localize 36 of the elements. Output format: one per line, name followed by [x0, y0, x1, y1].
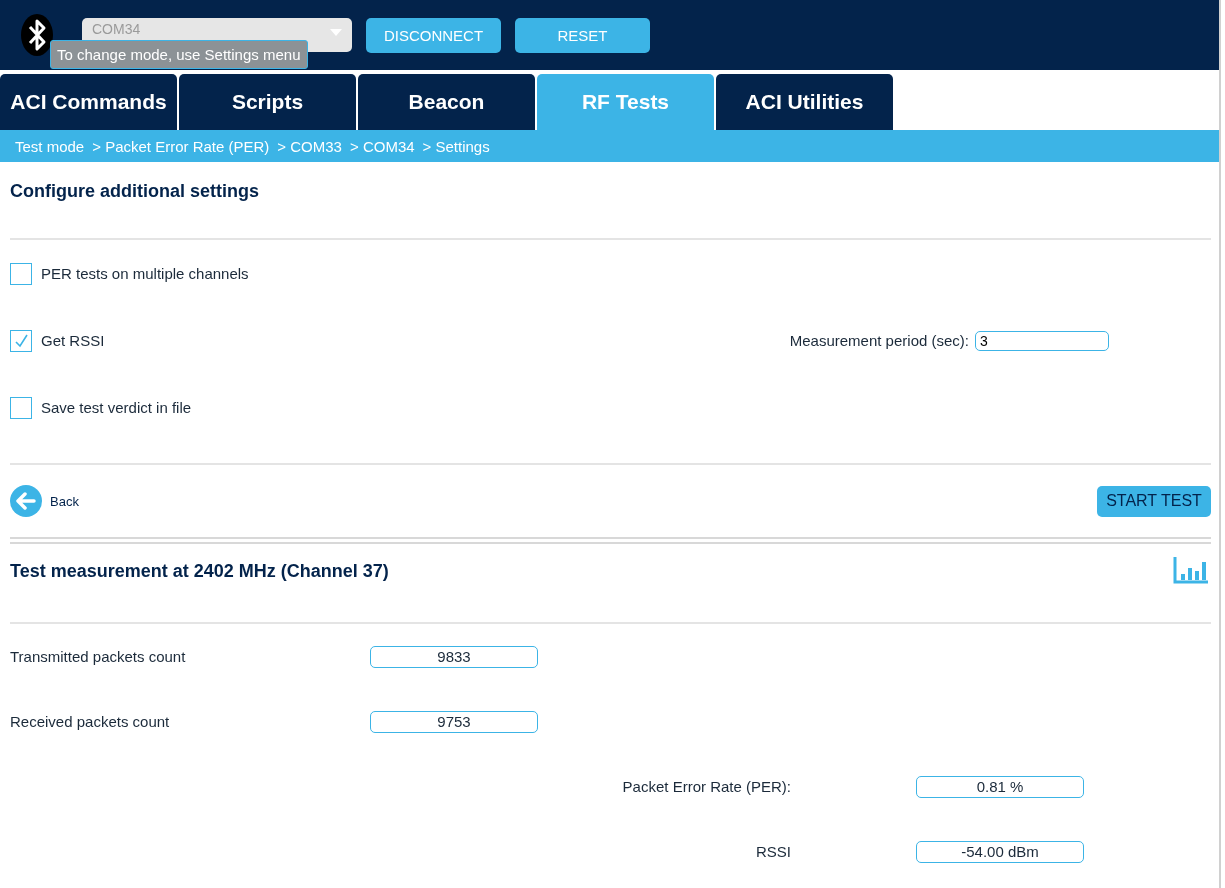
header-button[interactable]: RESET — [515, 17, 650, 53]
breadcrumb-item[interactable]: > Settings — [422, 137, 490, 155]
start-test-button[interactable]: START TEST — [1097, 485, 1211, 517]
breadcrumb-item[interactable]: Test mode — [15, 137, 85, 155]
measurement-period-field[interactable]: 3 — [975, 330, 1109, 351]
tab[interactable]: RF Tests — [537, 74, 714, 130]
value-field: 9753 — [370, 710, 538, 733]
tooltip: To change mode, use Settings menu — [50, 40, 308, 69]
measurement-label: Packet Error Rate (PER): — [621, 778, 791, 795]
checkbox-label: Get RSSI — [41, 332, 105, 349]
tab[interactable]: ACI Utilities — [716, 74, 893, 130]
measurement-label: Received packets count — [10, 713, 171, 730]
value-field: 0.81 % — [916, 775, 1084, 798]
section-title: Test measurement at 2402 MHz (Channel 37) — [10, 560, 389, 583]
bar-chart-icon[interactable] — [1173, 556, 1209, 584]
value-field: 9833 — [370, 645, 538, 668]
breadcrumb-item[interactable]: > Packet Error Rate (PER) — [92, 137, 270, 155]
back-link[interactable]: Back — [50, 493, 79, 509]
checkbox[interactable] — [10, 329, 32, 352]
checkbox-label: Save test verdict in file — [41, 399, 192, 416]
header-button[interactable]: DISCONNECT — [366, 17, 501, 53]
measurement-label: Transmitted packets count — [10, 648, 187, 665]
caret-icon — [330, 29, 342, 37]
measurement-label: RSSI — [755, 843, 791, 860]
checkbox-label: PER tests on multiple channels — [41, 265, 249, 282]
bluetooth-icon — [20, 13, 54, 57]
tab[interactable]: Beacon — [358, 74, 535, 130]
section-title: Configure additional settings — [10, 180, 260, 203]
tab[interactable]: Scripts — [179, 74, 356, 130]
tab[interactable]: ACI Commands — [0, 74, 177, 130]
field-label: Measurement period (sec): — [789, 332, 969, 349]
value-field: -54.00 dBm — [916, 840, 1084, 863]
checkbox[interactable] — [10, 262, 32, 285]
breadcrumb-item[interactable]: > COM34 — [349, 137, 415, 155]
breadcrumb-item[interactable]: > COM33 — [277, 137, 342, 155]
checkbox[interactable] — [10, 396, 32, 419]
